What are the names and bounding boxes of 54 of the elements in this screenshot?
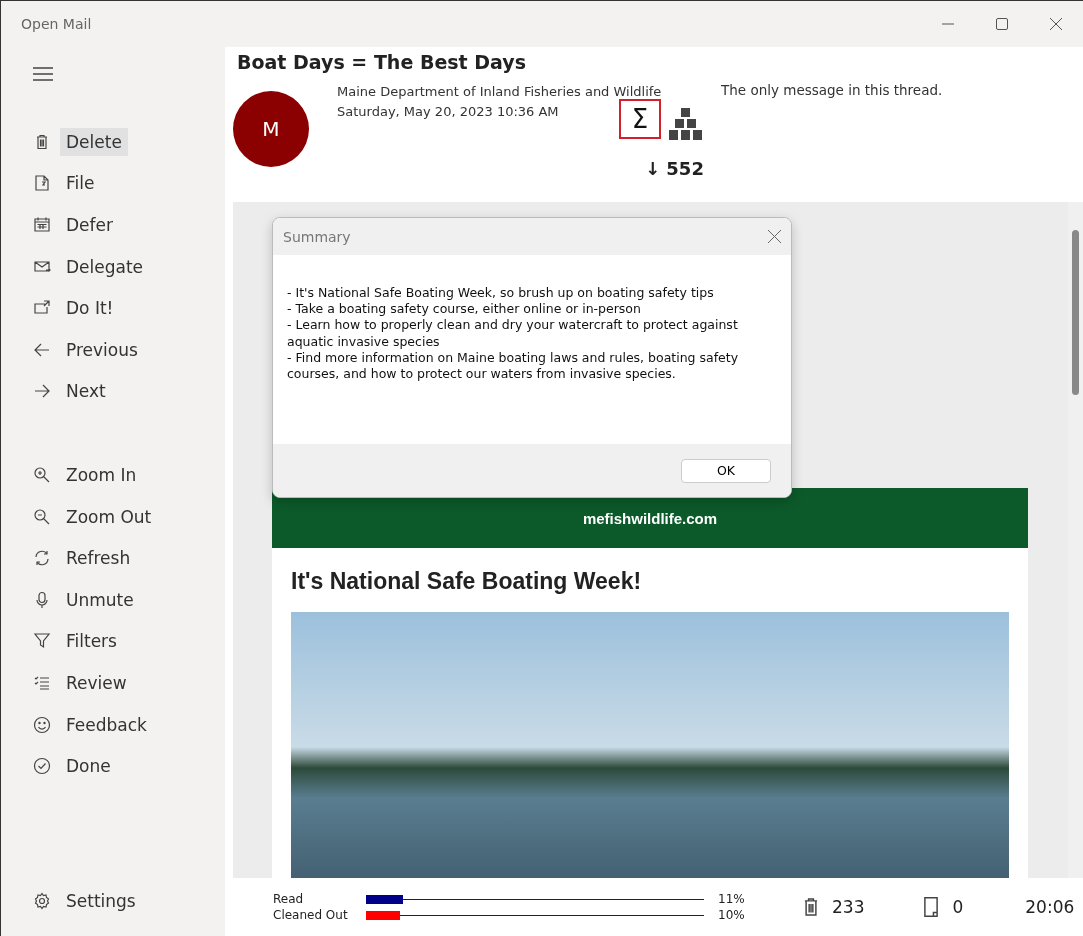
blocks-stack-icon[interactable] (668, 107, 704, 143)
sidebar-item[interactable]: Delegate (60, 252, 150, 281)
sender-name: Maine Department of Inland Fisheries and Wildlife (337, 83, 662, 101)
zoom-in-icon (33, 465, 51, 484)
sidebar-item[interactable]: Previous (60, 335, 144, 364)
close-icon[interactable] (1050, 18, 1062, 30)
checkmark-circle-icon (33, 757, 51, 776)
summary-line: - Take a boating safety course, either online or in-person (287, 301, 642, 318)
sidebar-item[interactable]: Next (60, 377, 112, 406)
email-heading: It's National Safe Boating Week! (291, 568, 643, 595)
sender-avatar: M (233, 91, 309, 167)
sidebar-item[interactable]: File (60, 169, 101, 198)
progress-reading: 11% (717, 892, 744, 906)
ok-button[interactable]: OK (681, 458, 771, 483)
message-date: Saturday, May 20, 2023 10:36 AM (337, 103, 559, 121)
scrollbar[interactable] (1068, 202, 1083, 878)
message-subject: Boat Days = The Best Days (237, 51, 526, 73)
zoom-out-icon (33, 507, 51, 526)
close-icon[interactable] (768, 230, 781, 243)
sidebar-item[interactable]: Zoom In (60, 460, 143, 489)
sidebar-item[interactable]: Done (60, 752, 117, 781)
window-title: Open Mail (21, 16, 93, 32)
maximize-icon[interactable] (996, 18, 1008, 30)
calendar-icon (33, 216, 51, 234)
sidebar-item[interactable]: Refresh (60, 544, 137, 573)
progress-label: Cleaned Out (273, 908, 349, 922)
document-icon (33, 174, 51, 193)
dialog-title: Summary (283, 228, 351, 245)
clock-time: 20:06 (1025, 897, 1075, 917)
refresh-icon (33, 549, 51, 568)
filed-count: 0 (952, 897, 964, 917)
smiley-icon (33, 715, 51, 734)
sidebar-item[interactable]: Unmute (60, 585, 140, 614)
progress-reading: 10% (717, 908, 744, 922)
deleted-count: 233 (832, 897, 865, 917)
thread-note: The only message in this thread. (721, 82, 943, 98)
sidebar-item[interactable]: Review (60, 668, 133, 697)
settings-icon (33, 892, 51, 911)
menu-icon[interactable] (33, 67, 53, 81)
summary-button[interactable]: Σ (619, 99, 661, 139)
sidebar-item[interactable]: Do It! (60, 294, 120, 323)
summary-line: - Learn how to properly clean and dry your watercraft to protect against aquatic invasive species (287, 317, 739, 350)
sidebar-item[interactable]: Defer (60, 211, 119, 239)
sidebar-item[interactable]: Feedback (60, 710, 153, 739)
microphone-icon (33, 590, 51, 609)
sidebar-item[interactable]: Zoom Out (60, 502, 158, 531)
settings-item[interactable]: Settings (60, 887, 142, 916)
summary-line: - Find more information on Maine boating laws and rules, boating safety courses, and how to protect our waters from invasive species. (287, 349, 740, 383)
message-count: ↓ 552 (645, 158, 704, 179)
progress-label: Read (273, 892, 305, 906)
summary-line: - It's National Safe Boating Week, so brush up on boating safety tips (287, 285, 715, 302)
sidebar-item[interactable]: Delete (60, 127, 128, 156)
filter-icon (33, 632, 51, 651)
sidebar-item[interactable]: Filters (60, 627, 123, 656)
